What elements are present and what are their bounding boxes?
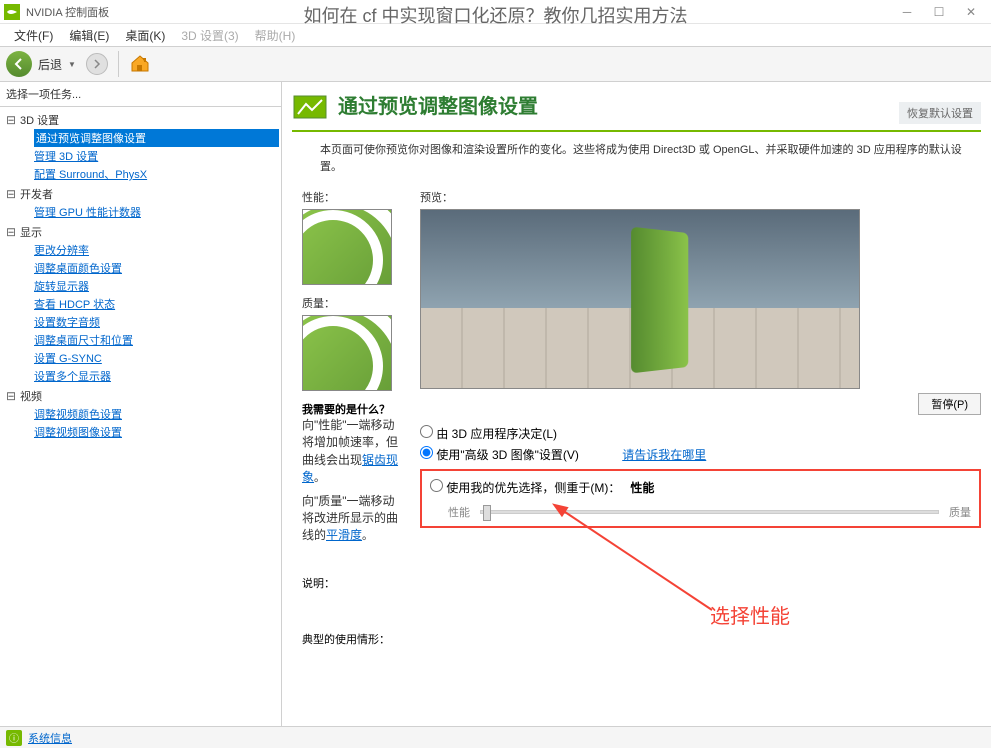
forward-button[interactable]	[86, 53, 108, 75]
page-title: 通过预览调整图像设置	[338, 90, 899, 119]
tree-item[interactable]: 调整桌面尺寸和位置	[34, 331, 279, 349]
tell-me-where-link[interactable]: 请告诉我在哪里	[622, 448, 706, 462]
tree-group[interactable]: ⊟开发者	[2, 185, 279, 203]
annotation-label: 选择性能	[710, 600, 790, 629]
menu-file[interactable]: 文件(F)	[8, 25, 59, 46]
tree-item[interactable]: 管理 GPU 性能计数器	[34, 203, 279, 221]
slider-label-performance: 性能	[448, 504, 470, 520]
tree-item[interactable]: 设置多个显示器	[34, 367, 279, 385]
tree-item[interactable]: 调整视频颜色设置	[34, 405, 279, 423]
header-icon	[292, 90, 328, 124]
sidebar: 选择一项任务... ⊟3D 设置通过预览调整图像设置管理 3D 设置配置 Sur…	[0, 82, 282, 726]
minimize-button[interactable]: ─	[891, 1, 923, 23]
menu-3d-settings[interactable]: 3D 设置(3)	[175, 25, 244, 46]
tree-item[interactable]: 配置 Surround、PhysX	[34, 165, 279, 183]
tree-item[interactable]: 查看 HDCP 状态	[34, 295, 279, 313]
tree-item[interactable]: 设置 G-SYNC	[34, 349, 279, 367]
window-title: NVIDIA 控制面板	[26, 4, 109, 20]
tree-item[interactable]: 调整桌面颜色设置	[34, 259, 279, 277]
description-section-label: 说明：	[292, 575, 981, 591]
tree-group[interactable]: ⊟显示	[2, 223, 279, 241]
collapse-icon: ⊟	[6, 113, 20, 127]
hint-text-1: 向"性能"一端移动将增加帧速率，但曲线会出现锯齿现象。	[302, 417, 400, 487]
quality-icon	[302, 315, 392, 391]
toolbar: 后退 ▼	[0, 46, 991, 82]
statusbar: ⓘ 系统信息	[0, 726, 991, 748]
tree-group[interactable]: ⊟3D 设置	[2, 111, 279, 129]
info-icon: ⓘ	[6, 730, 22, 746]
collapse-icon: ⊟	[6, 389, 20, 403]
restore-defaults-button[interactable]: 恢复默认设置	[899, 102, 981, 124]
back-label: 后退	[38, 56, 62, 73]
radio-use-advanced[interactable]: 使用"高级 3D 图像"设置(V) 请告诉我在哪里	[420, 444, 981, 465]
sidebar-header: 选择一项任务...	[0, 82, 281, 107]
page-description: 本页面可使你预览你对图像和渲染设置所作的变化。这些将成为使用 Direct3D …	[292, 142, 981, 175]
tree-item[interactable]: 通过预览调整图像设置	[34, 129, 279, 147]
pause-button[interactable]: 暂停(P)	[918, 393, 981, 415]
tree-item[interactable]: 旋转显示器	[34, 277, 279, 295]
home-button[interactable]	[129, 53, 153, 75]
task-tree: ⊟3D 设置通过预览调整图像设置管理 3D 设置配置 Surround、Phys…	[0, 107, 281, 726]
tree-group[interactable]: ⊟视频	[2, 387, 279, 405]
tree-item[interactable]: 管理 3D 设置	[34, 147, 279, 165]
preview-3d-logo	[631, 227, 688, 374]
close-button[interactable]: ✕	[955, 1, 987, 23]
overlay-caption: 如何在 cf 中实现窗口化还原？教你几招实用方法	[303, 2, 687, 28]
menu-help[interactable]: 帮助(H)	[249, 25, 302, 46]
system-info-link[interactable]: 系统信息	[28, 730, 72, 746]
back-dropdown-icon[interactable]: ▼	[68, 60, 76, 69]
collapse-icon: ⊟	[6, 187, 20, 201]
typical-usage-section-label: 典型的使用情形：	[292, 631, 981, 647]
tree-item[interactable]: 更改分辨率	[34, 241, 279, 259]
performance-label: 性能：	[302, 189, 400, 205]
preview-label: 预览：	[420, 189, 981, 205]
radio-use-my-preference[interactable]: 使用我的优先选择，侧重于(M)： 性能	[430, 477, 971, 498]
menu-desktop[interactable]: 桌面(K)	[119, 25, 171, 46]
performance-icon	[302, 209, 392, 285]
smoothness-link[interactable]: 平滑度	[326, 528, 362, 542]
hint-title: 我需要的是什么？	[302, 401, 400, 417]
hint-text-2: 向"质量"一端移动将改进所显示的曲线的平滑度。	[302, 493, 400, 545]
preview-box	[420, 209, 860, 389]
back-button[interactable]	[6, 51, 32, 77]
collapse-icon: ⊟	[6, 225, 20, 239]
menu-edit[interactable]: 编辑(E)	[63, 25, 115, 46]
radio-let-app-decide[interactable]: 由 3D 应用程序决定(L)	[420, 423, 981, 444]
quality-label: 质量：	[302, 295, 400, 311]
tree-item[interactable]: 设置数字音频	[34, 313, 279, 331]
nvidia-logo-icon	[4, 4, 20, 20]
maximize-button[interactable]: ☐	[923, 1, 955, 23]
content-pane: 通过预览调整图像设置 恢复默认设置 本页面可使你预览你对图像和渲染设置所作的变化…	[282, 82, 991, 726]
slider-label-quality: 质量	[949, 504, 971, 520]
tree-item[interactable]: 调整视频图像设置	[34, 423, 279, 441]
preference-slider[interactable]	[480, 510, 939, 514]
highlighted-option-box: 使用我的优先选择，侧重于(M)： 性能 性能 质量	[420, 469, 981, 528]
